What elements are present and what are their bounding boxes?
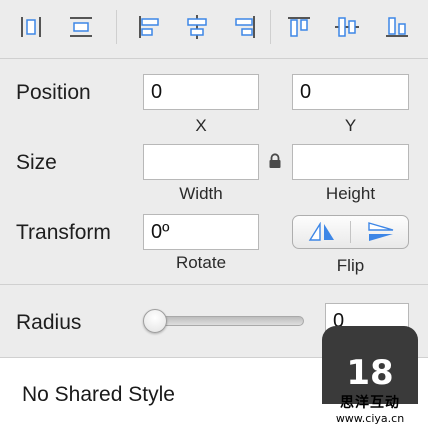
align-bottom-icon bbox=[386, 17, 408, 37]
width-field[interactable] bbox=[143, 144, 259, 180]
height-label: Height bbox=[325, 184, 376, 203]
align-right-icon bbox=[235, 16, 255, 38]
flip-label: Flip bbox=[336, 256, 365, 275]
watermark-brand: 思洋互动 bbox=[340, 395, 400, 411]
alignment-toolbar bbox=[0, 0, 428, 59]
lock-icon[interactable] bbox=[268, 153, 282, 169]
toolbar-separator bbox=[116, 10, 117, 44]
position-x-field[interactable]: 0 bbox=[143, 74, 259, 110]
flip-divider bbox=[350, 221, 351, 243]
toolbar-separator bbox=[270, 10, 271, 44]
distribute-horizontal-icon bbox=[21, 17, 41, 37]
transform-label: Transform bbox=[16, 221, 111, 244]
rotate-field[interactable]: 0º bbox=[143, 214, 259, 250]
width-label: Width bbox=[179, 184, 223, 203]
position-y-field[interactable]: 0 bbox=[292, 74, 409, 110]
x-label: X bbox=[195, 116, 207, 135]
align-center-horizontal-button[interactable] bbox=[180, 12, 214, 42]
flip-horizontal-button[interactable] bbox=[293, 216, 351, 248]
flip-segmented-control bbox=[292, 215, 409, 249]
align-bottom-button[interactable] bbox=[380, 12, 414, 42]
shared-style-label: No Shared Style bbox=[22, 383, 175, 406]
align-middle-vertical-icon bbox=[335, 17, 359, 37]
align-left-icon bbox=[139, 16, 159, 38]
height-field[interactable] bbox=[292, 144, 409, 180]
distribute-vertical-button[interactable] bbox=[64, 12, 98, 42]
align-left-button[interactable] bbox=[132, 12, 166, 42]
y-label: Y bbox=[344, 116, 357, 135]
radius-slider[interactable] bbox=[146, 316, 304, 326]
distribute-horizontal-button[interactable] bbox=[14, 12, 48, 42]
align-top-icon bbox=[288, 17, 310, 37]
watermark-url: www.ciya.cn bbox=[335, 412, 405, 425]
flip-vertical-button[interactable] bbox=[352, 216, 410, 248]
flip-vertical-icon bbox=[368, 222, 394, 241]
flip-horizontal-icon bbox=[308, 222, 334, 241]
position-label: Position bbox=[16, 81, 91, 104]
radius-label: Radius bbox=[16, 311, 82, 334]
watermark-number: 18 bbox=[346, 353, 394, 393]
align-top-button[interactable] bbox=[282, 12, 316, 42]
rotate-label: Rotate bbox=[175, 253, 227, 272]
size-label: Size bbox=[16, 151, 57, 174]
align-center-horizontal-icon bbox=[187, 15, 207, 39]
distribute-vertical-icon bbox=[70, 17, 92, 37]
radius-slider-thumb[interactable] bbox=[143, 309, 167, 333]
align-right-button[interactable] bbox=[228, 12, 262, 42]
align-middle-vertical-button[interactable] bbox=[330, 12, 364, 42]
